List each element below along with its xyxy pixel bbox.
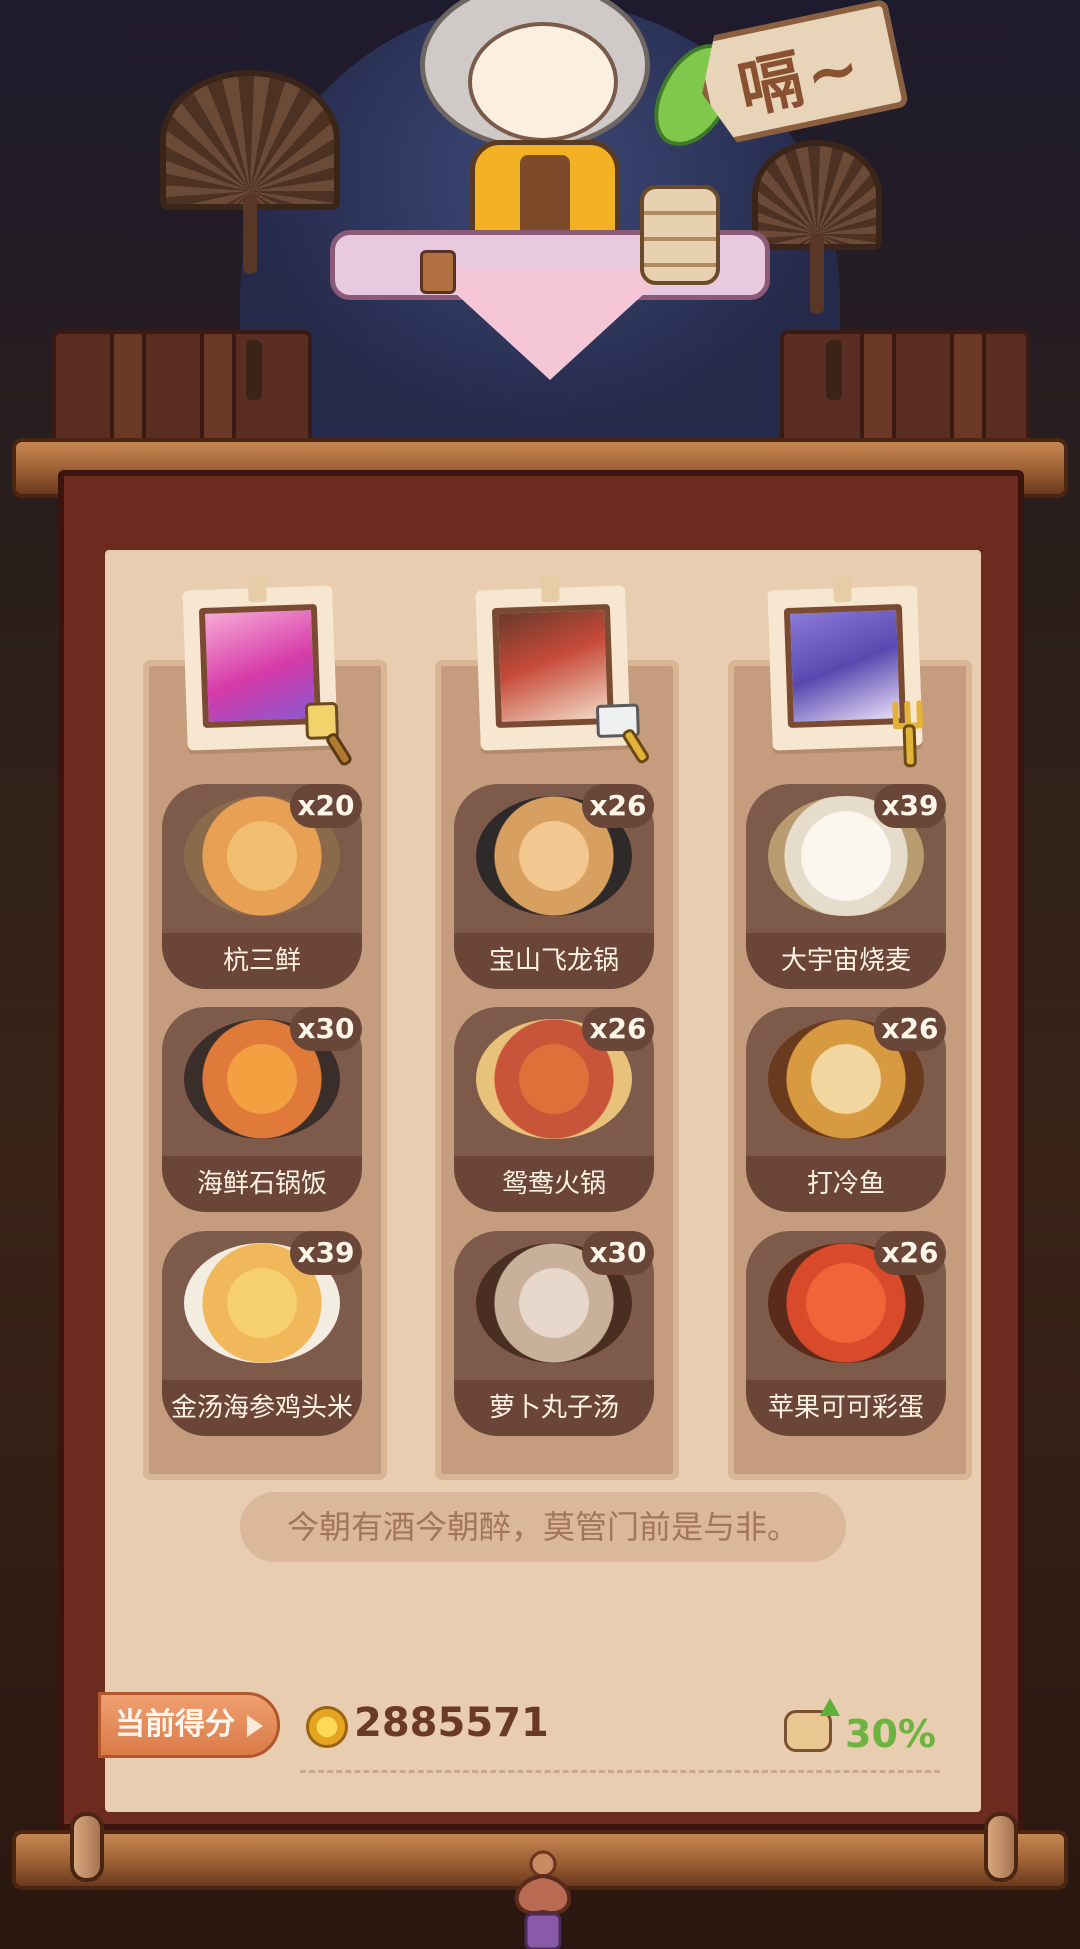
dish-count-badge: x39 — [874, 784, 946, 828]
gold-coin-icon — [306, 1706, 348, 1748]
dish-card[interactable]: x26 宝山飞龙锅 — [454, 784, 654, 989]
play-arrow-icon — [247, 1715, 263, 1737]
dish-name: 杭三鲜 — [162, 933, 362, 989]
fence-post — [860, 330, 896, 450]
right-fence — [780, 330, 1030, 450]
dish-name: 金汤海参鸡头米 — [162, 1380, 362, 1436]
rod-hanger — [826, 340, 842, 400]
dish-card[interactable]: x30 萝卜丸子汤 — [454, 1231, 654, 1436]
dish-card[interactable]: x26 鸳鸯火锅 — [454, 1007, 654, 1212]
dish-count-badge: x26 — [582, 1007, 654, 1051]
game-screen: 嗝~ x20 杭三鲜 x30 海鲜石锅饭 x39 金汤海参鸡头米 x26 宝山飞… — [0, 0, 1080, 1949]
tape — [832, 575, 852, 603]
cup-icon — [420, 250, 456, 294]
golden-cleaver-icon — [595, 703, 650, 764]
dish-name: 宝山飞龙锅 — [454, 933, 654, 989]
rod-cap — [70, 1812, 104, 1882]
dish-count-badge: x26 — [874, 1231, 946, 1275]
dish-card[interactable]: x39 金汤海参鸡头米 — [162, 1231, 362, 1436]
dish-count-badge: x20 — [290, 784, 362, 828]
dish-name: 鸳鸯火锅 — [454, 1156, 654, 1212]
tassel-knot-icon — [514, 1850, 572, 1949]
fence-post — [110, 330, 146, 450]
score-value: 2885571 — [354, 1700, 549, 1746]
dish-card[interactable]: x26 苹果可可彩蛋 — [746, 1231, 946, 1436]
dish-card[interactable]: x26 打冷鱼 — [746, 1007, 946, 1212]
stacked-bowls-icon — [640, 185, 720, 285]
rod-hanger — [246, 340, 262, 400]
left-fence — [52, 330, 312, 450]
dish-count-badge: x26 — [874, 1007, 946, 1051]
current-score-label: 当前得分 — [115, 1707, 235, 1742]
sign-text: 嗝~ — [732, 29, 871, 129]
dish-count-badge: x26 — [582, 784, 654, 828]
tape — [247, 575, 267, 603]
dish-name: 大宇宙烧麦 — [746, 933, 946, 989]
fence-post — [950, 330, 986, 450]
golden-fork-icon — [892, 700, 924, 768]
golden-spatula-icon — [304, 701, 352, 766]
right-fan-icon — [752, 140, 882, 314]
bonus-up-arrow-icon — [820, 1698, 840, 1716]
banquet-scene: 嗝~ — [0, 0, 1080, 470]
bonus-pot-icon — [784, 1710, 832, 1752]
current-score-button[interactable]: 当前得分 — [98, 1692, 280, 1758]
chef-portrait[interactable] — [475, 575, 650, 764]
left-fan-icon — [160, 70, 340, 274]
dish-name: 萝卜丸子汤 — [454, 1380, 654, 1436]
fence-post — [200, 330, 236, 450]
dish-count-badge: x30 — [582, 1231, 654, 1275]
rod-cap — [984, 1812, 1018, 1882]
dish-count-badge: x39 — [290, 1231, 362, 1275]
dish-count-badge: x30 — [290, 1007, 362, 1051]
tape — [540, 575, 560, 603]
chef-portrait[interactable] — [182, 575, 352, 766]
dish-name: 苹果可可彩蛋 — [746, 1380, 946, 1436]
quote-banner: 今朝有酒今朝醉，莫管门前是与非。 — [240, 1492, 846, 1562]
dish-name: 海鲜石锅饭 — [162, 1156, 362, 1212]
divider — [300, 1770, 940, 1773]
chef-portrait[interactable] — [767, 575, 924, 768]
bonus-percent: 30% — [845, 1712, 936, 1756]
dish-card[interactable]: x30 海鲜石锅饭 — [162, 1007, 362, 1212]
dish-card[interactable]: x39 大宇宙烧麦 — [746, 784, 946, 989]
character-face — [468, 22, 618, 142]
dish-card[interactable]: x20 杭三鲜 — [162, 784, 362, 989]
dish-name: 打冷鱼 — [746, 1156, 946, 1212]
